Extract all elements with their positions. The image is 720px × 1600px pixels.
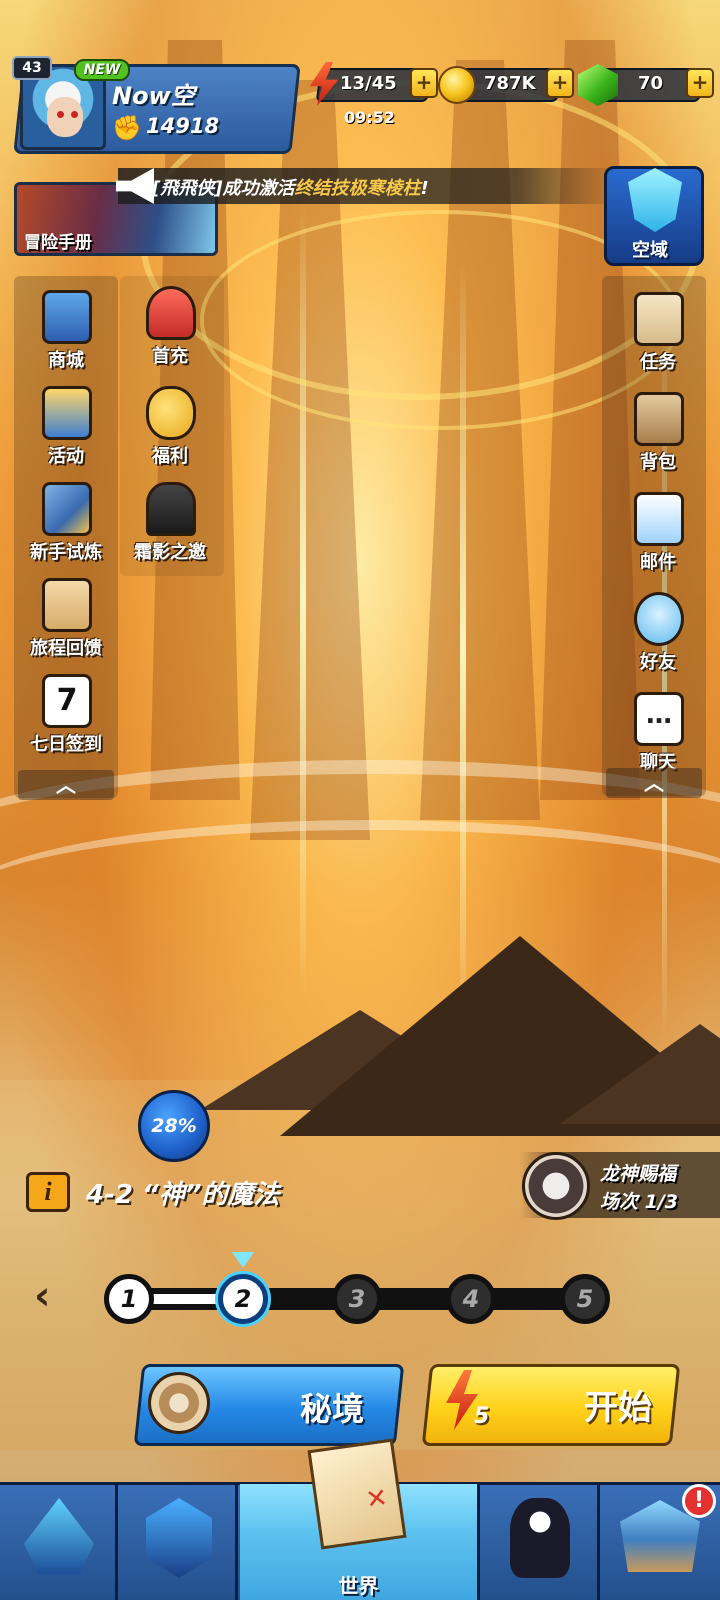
menu-tasks[interactable]: 任务 <box>608 292 704 384</box>
nav-tab-world[interactable]: ✕ 世界 <box>240 1438 480 1600</box>
energy-value: 13/45 <box>340 73 397 94</box>
menu-newbie-trial[interactable]: 新手试炼 <box>16 482 112 574</box>
menu-mail[interactable]: 邮件 <box>608 492 704 584</box>
chat-bubble-icon: … <box>634 692 684 746</box>
menu-friends[interactable]: 好友 <box>608 592 704 684</box>
calendar-checkin-icon: 7 <box>42 674 92 728</box>
target-drum-icon <box>148 1372 210 1434</box>
scroll-icon <box>634 292 684 346</box>
stage-node-3[interactable]: 3 <box>332 1274 382 1324</box>
frost-shadow-helmet-icon <box>146 482 196 536</box>
coin-value: 787K <box>484 73 536 94</box>
player-level-badge: 43 <box>12 56 52 80</box>
dragon-blessing-text: 龙神赐福 场次 1/3 <box>600 1163 678 1213</box>
guild-emblem-icon <box>146 1498 212 1578</box>
golden-pig-icon <box>146 386 196 440</box>
adventure-handbook-label: 冒险手册 <box>24 233 92 253</box>
stage-title: 4-2 “神”的魔法 <box>86 1180 280 1210</box>
treasure-map-icon: ✕ <box>307 1438 407 1550</box>
clipboard-icon <box>42 578 92 632</box>
combat-power-value: 14918 <box>146 114 220 138</box>
menu-backpack[interactable]: 背包 <box>608 392 704 484</box>
current-stage-marker-icon <box>232 1252 254 1268</box>
left-menu-collapse-button[interactable]: ︿ <box>18 770 114 800</box>
right-menu-collapse-button[interactable]: ︿ <box>606 768 702 798</box>
combat-power-icon: ✊ <box>112 114 142 142</box>
shop-alert-badge: ! <box>682 1484 716 1518</box>
player-name: Now空 <box>112 82 195 110</box>
friends-icon <box>634 592 684 646</box>
start-label: 开始 <box>584 1388 652 1428</box>
add-coins-button[interactable]: + <box>546 68 574 98</box>
coin-icon <box>438 66 476 104</box>
nav-tab-character[interactable] <box>482 1484 600 1600</box>
character-icon <box>510 1498 570 1578</box>
treasure-chest-icon <box>42 290 92 344</box>
nav-tab-hero[interactable] <box>0 1484 118 1600</box>
start-energy-cost: 5 <box>474 1404 490 1429</box>
stage-node-2[interactable]: 2 <box>218 1274 268 1324</box>
stage-node-4[interactable]: 4 <box>446 1274 496 1324</box>
previous-chapter-arrow[interactable]: ‹ <box>34 1276 58 1320</box>
backpack-icon <box>634 392 684 446</box>
trial-shield-icon <box>42 482 92 536</box>
hero-crest-icon <box>24 1498 94 1574</box>
menu-welfare[interactable]: 福利 <box>120 386 216 478</box>
energy-timer: 09:52 <box>344 108 395 127</box>
mail-icon <box>634 492 684 546</box>
menu-first-recharge[interactable]: 首充 <box>120 286 216 378</box>
add-energy-button[interactable]: + <box>410 68 438 98</box>
menu-frost-shadow-invite[interactable]: 霜影之邀 <box>120 482 216 574</box>
nav-tab-guild[interactable] <box>120 1484 238 1600</box>
secret-realm-label: 秘境 <box>300 1390 365 1428</box>
menu-events[interactable]: 活动 <box>16 386 112 478</box>
menu-shop[interactable]: 商城 <box>16 290 112 382</box>
gem-value: 70 <box>638 73 664 94</box>
event-chest-icon <box>42 386 92 440</box>
chapter-progress-bubble: 28% <box>138 1090 210 1162</box>
announcement-text: [飛飛侠]成功激活终结技极寒棱柱! <box>152 178 429 199</box>
first-recharge-monster-icon <box>146 286 196 340</box>
menu-journey-rewards[interactable]: 旅程回馈 <box>16 578 112 670</box>
add-gems-button[interactable]: + <box>686 68 714 98</box>
stage-node-5[interactable]: 5 <box>560 1274 610 1324</box>
dragon-blessing-icon[interactable] <box>522 1152 590 1220</box>
airspace-label: 空域 <box>632 240 668 261</box>
stage-node-1[interactable]: 1 <box>104 1274 154 1324</box>
stage-info-icon[interactable]: i <box>26 1172 70 1212</box>
nav-tab-world-label: 世界 <box>338 1574 379 1598</box>
menu-seven-day-checkin[interactable]: 7 七日签到 <box>16 674 112 766</box>
